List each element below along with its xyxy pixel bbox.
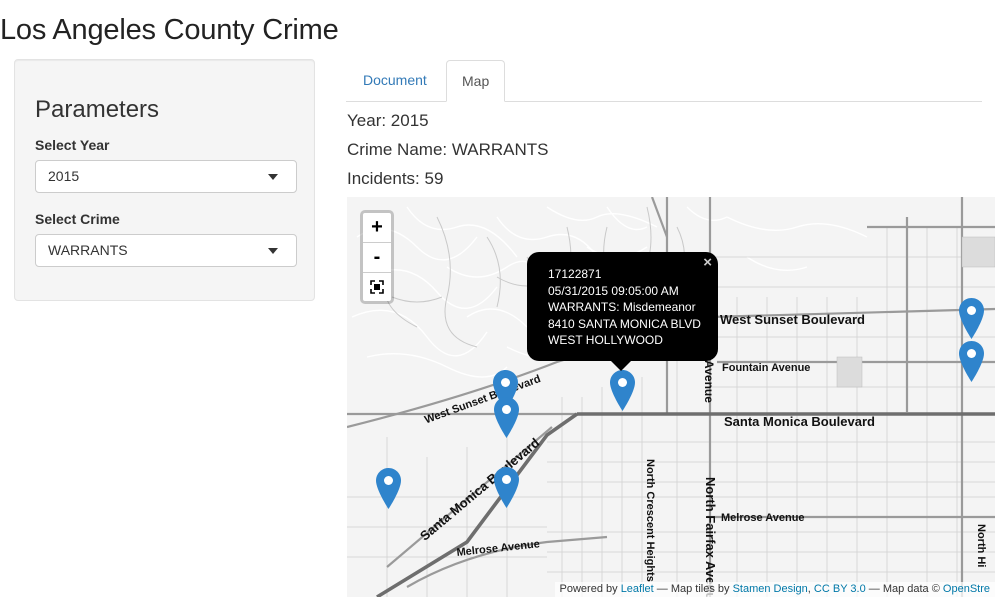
attribution-data-text: — Map data ©: [865, 583, 943, 595]
map-pin-icon: [494, 397, 519, 438]
select-crime-label: Select Crime: [35, 211, 120, 227]
road-label-north-hi: North Hi: [975, 524, 987, 568]
map-marker[interactable]: [494, 467, 519, 508]
year-select[interactable]: 2015: [35, 160, 297, 193]
zoom-out-button[interactable]: -: [363, 243, 391, 273]
select-year-label: Select Year: [35, 137, 110, 153]
map-pin-icon: [959, 341, 984, 382]
road-label-melrose-right: Melrose Avenue: [721, 512, 805, 524]
zoom-control: + -: [360, 210, 394, 304]
zoom-in-button[interactable]: +: [363, 213, 391, 243]
popup-address: 8410 SANTA MONICA BLVD: [548, 316, 701, 331]
fullscreen-icon: [370, 280, 384, 294]
road-label-west-sunset: West Sunset Boulevard: [720, 312, 865, 327]
road-label-crescent: North Crescent Heights: [644, 459, 656, 582]
map-marker[interactable]: [494, 397, 519, 438]
map-pin-icon: [959, 298, 984, 339]
openstreetmap-link[interactable]: OpenStre: [943, 583, 990, 595]
chevron-down-icon: [268, 174, 278, 180]
parameters-panel: Parameters Select Year 2015 Select Crime…: [14, 59, 315, 301]
crime-select-value: WARRANTS: [48, 242, 128, 258]
road-label-fountain: Fountain Avenue: [722, 362, 811, 374]
map-pin-icon: [610, 370, 635, 411]
map-pin-icon: [376, 468, 401, 509]
cc-by-link[interactable]: CC BY 3.0: [814, 583, 866, 595]
year-summary: Year: 2015: [347, 111, 429, 130]
leaflet-link[interactable]: Leaflet: [621, 583, 654, 595]
popup-datetime: 05/31/2015 09:05:00 AM: [548, 283, 679, 298]
fullscreen-button[interactable]: [363, 273, 391, 302]
tab-bar: Document Map: [346, 60, 982, 102]
stamen-link[interactable]: Stamen Design: [733, 583, 808, 595]
popup-case-number: 17122871: [548, 267, 602, 281]
map-marker[interactable]: [959, 341, 984, 382]
popup-crime-type: WARRANTS: Misdemeanor: [548, 300, 696, 314]
popup-city: WEST HOLLYWOOD: [548, 333, 663, 347]
close-icon[interactable]: ×: [703, 254, 712, 272]
tab-map[interactable]: Map: [446, 60, 506, 102]
road-label-avenue: Avenue: [702, 360, 716, 403]
app-title: Los Angeles County Crime: [0, 14, 339, 46]
map-marker[interactable]: [376, 468, 401, 509]
year-select-value: 2015: [48, 168, 80, 184]
attribution-tiles-text: — Map tiles by: [653, 583, 733, 595]
road-label-santa-monica: Santa Monica Boulevard: [724, 414, 875, 429]
attribution-powered-by: Powered by: [559, 583, 621, 595]
incidents-summary: Incidents: 59: [347, 169, 444, 188]
chevron-down-icon: [268, 248, 278, 254]
crime-map[interactable]: West Sunset Boulevard Fountain Avenue Sa…: [347, 197, 995, 597]
map-attribution: Powered by Leaflet — Map tiles by Stamen…: [554, 582, 995, 597]
map-pin-icon: [494, 467, 519, 508]
marker-popup: × 17122871 05/31/2015 09:05:00 AM WARRAN…: [527, 252, 718, 371]
parameters-heading: Parameters: [35, 96, 160, 123]
road-label-fairfax: North Fairfax Avenue: [703, 477, 718, 597]
crime-select[interactable]: WARRANTS: [35, 234, 297, 267]
map-marker[interactable]: [959, 298, 984, 339]
map-marker[interactable]: [610, 370, 635, 411]
popup-tip: [611, 361, 631, 371]
tab-document[interactable]: Document: [348, 60, 442, 101]
crime-summary: Crime Name: WARRANTS: [347, 140, 549, 159]
